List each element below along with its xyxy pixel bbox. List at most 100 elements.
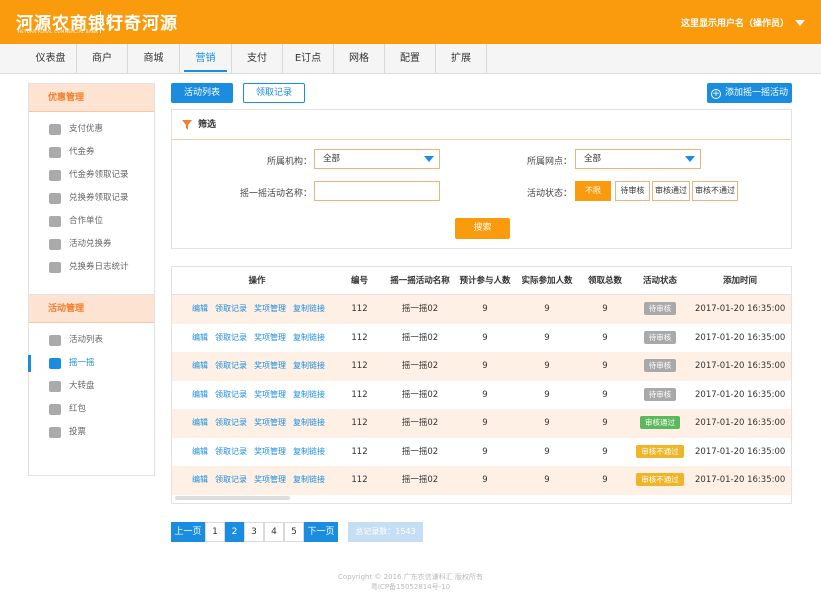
prize-manage-link[interactable]: 奖项管理	[254, 447, 286, 456]
edit-link[interactable]: 编辑	[192, 361, 208, 370]
sidebar-item-coupon-stats[interactable]: 兑换券日志统计	[29, 256, 154, 279]
claim-records-link[interactable]: 领取记录	[215, 361, 247, 370]
cell-name: 摇一摇02	[401, 389, 439, 400]
th-ops: 操作	[248, 276, 266, 286]
sidebar-item-red-packet[interactable]: 红包	[29, 398, 154, 421]
outlet-select[interactable]: 全部	[575, 149, 701, 169]
cell-actual: 9	[544, 361, 550, 371]
page-4-button[interactable]: 4	[264, 522, 284, 542]
nav-e-order[interactable]: E订点	[283, 44, 334, 73]
row-actions: 编辑 领取记录 奖项管理 复制链接	[192, 295, 332, 324]
activity-name-label: 摇一摇活动名称：	[239, 189, 312, 199]
copy-link[interactable]: 复制链接	[293, 361, 325, 370]
sidebar-item-voucher[interactable]: 代金券	[29, 141, 154, 164]
status-pending-button[interactable]: 待审核	[615, 181, 650, 201]
sidebar-item-shake[interactable]: 摇一摇	[28, 352, 154, 375]
page-5-button[interactable]: 5	[284, 522, 304, 542]
status-approved-button[interactable]: 审核通过	[652, 181, 690, 201]
row-actions: 编辑 领取记录 奖项管理 复制链接	[192, 324, 332, 353]
cell-time: 2017-01-20 16:35:00	[695, 332, 786, 343]
prize-manage-link[interactable]: 奖项管理	[254, 304, 286, 313]
cell-expected: 9	[482, 475, 488, 485]
edit-link[interactable]: 编辑	[192, 304, 208, 313]
sidebar-item-pay-discount[interactable]: 支付优惠	[29, 118, 154, 141]
prev-page-button[interactable]: 上一页	[171, 522, 205, 542]
cell-actual: 9	[544, 332, 550, 343]
claim-records-link[interactable]: 领取记录	[215, 333, 247, 342]
copy-link[interactable]: 复制链接	[293, 390, 325, 399]
claim-records-link[interactable]: 领取记录	[215, 475, 247, 484]
org-select[interactable]: 全部	[314, 149, 440, 169]
sidebar-item-activity-coupons[interactable]: 活动兑换券	[29, 233, 154, 256]
claim-records-link[interactable]: 领取记录	[215, 390, 247, 399]
caret-down-icon	[424, 156, 434, 162]
copy-link[interactable]: 复制链接	[293, 475, 325, 484]
sidebar-item-vote[interactable]: 投票	[29, 421, 154, 444]
sidebar-item-partners[interactable]: 合作单位	[29, 210, 154, 233]
outlet-label: 所属网点：	[526, 157, 572, 167]
status-all-button[interactable]: 不限	[575, 181, 611, 201]
copy-link[interactable]: 复制链接	[293, 447, 325, 456]
prize-manage-link[interactable]: 奖项管理	[254, 475, 286, 484]
page-3-button[interactable]: 3	[244, 522, 264, 542]
edit-link[interactable]: 编辑	[192, 390, 208, 399]
nav-payment[interactable]: 支付	[232, 44, 283, 73]
bar-chart-icon	[49, 262, 61, 273]
ticket-icon	[49, 170, 61, 181]
handshake-icon	[49, 216, 61, 227]
row-actions: 编辑 领取记录 奖项管理 复制链接	[192, 381, 332, 410]
horizontal-scrollbar[interactable]	[175, 496, 290, 500]
cell-name: 摇一摇02	[401, 446, 439, 457]
prize-manage-link[interactable]: 奖项管理	[254, 418, 286, 427]
nav-dashboard[interactable]: 仪表盘	[25, 44, 77, 73]
claim-records-link[interactable]: 领取记录	[215, 447, 247, 456]
th-expected: 预计参与人数	[459, 276, 511, 286]
sidebar-item-coupon-records[interactable]: 兑换券领取记录	[29, 187, 154, 210]
nav-merchant[interactable]: 商户	[77, 44, 128, 73]
copy-link[interactable]: 复制链接	[293, 333, 325, 342]
prize-manage-link[interactable]: 奖项管理	[254, 361, 286, 370]
row-actions: 编辑 领取记录 奖项管理 复制链接	[192, 438, 332, 467]
cell-id: 112	[351, 304, 368, 314]
edit-link[interactable]: 编辑	[192, 447, 208, 456]
copy-link[interactable]: 复制链接	[293, 304, 325, 313]
edit-link[interactable]: 编辑	[192, 475, 208, 484]
sidebar-group-title-activity: 活动管理	[29, 295, 154, 323]
nav-marketing[interactable]: 营销	[180, 44, 232, 73]
claim-records-link[interactable]: 领取记录	[215, 418, 247, 427]
nav-mall[interactable]: 商城	[128, 44, 180, 73]
page-1-button[interactable]: 1	[205, 522, 225, 542]
cell-time: 2017-01-20 16:35:00	[695, 361, 786, 371]
cell-name: 摇一摇02	[401, 361, 439, 371]
wheel-icon	[49, 381, 61, 392]
sidebar-item-voucher-records[interactable]: 代金券领取记录	[29, 164, 154, 187]
tab-activity-list[interactable]: 活动列表	[171, 83, 233, 103]
caret-down-icon	[685, 156, 695, 162]
next-page-button[interactable]: 下一页	[304, 522, 338, 542]
nav-grid[interactable]: 网格	[334, 44, 385, 73]
edit-link[interactable]: 编辑	[192, 418, 208, 427]
nav-config[interactable]: 配置	[385, 44, 436, 73]
copy-link[interactable]: 复制链接	[293, 418, 325, 427]
cell-expected: 9	[482, 389, 488, 400]
add-shake-activity-button[interactable]: + 添加摇一摇活动	[707, 83, 792, 103]
prize-manage-link[interactable]: 奖项管理	[254, 390, 286, 399]
cell-id: 112	[351, 361, 368, 371]
user-menu[interactable]: 这里显示用户名（操作员）	[681, 16, 805, 29]
tab-claim-records[interactable]: 领取记录	[243, 83, 305, 103]
sidebar-item-activity-list[interactable]: 活动列表	[29, 329, 154, 352]
prize-manage-link[interactable]: 奖项管理	[254, 333, 286, 342]
brand-logo: 订奇河源	[106, 14, 178, 34]
nav-extend[interactable]: 扩展	[436, 44, 487, 73]
cell-status: 审核通过	[635, 409, 685, 438]
cell-id: 112	[351, 475, 368, 485]
sidebar-item-wheel[interactable]: 大转盘	[29, 375, 154, 398]
edit-link[interactable]: 编辑	[192, 333, 208, 342]
activity-name-input[interactable]	[314, 181, 440, 201]
claim-records-link[interactable]: 领取记录	[215, 304, 247, 313]
status-rejected-button[interactable]: 审核不通过	[692, 181, 738, 201]
th-time: 添加时间	[722, 276, 757, 286]
page-2-button[interactable]: 2	[225, 522, 244, 542]
th-status: 活动状态	[642, 276, 677, 286]
search-button[interactable]: 搜索	[455, 218, 510, 239]
